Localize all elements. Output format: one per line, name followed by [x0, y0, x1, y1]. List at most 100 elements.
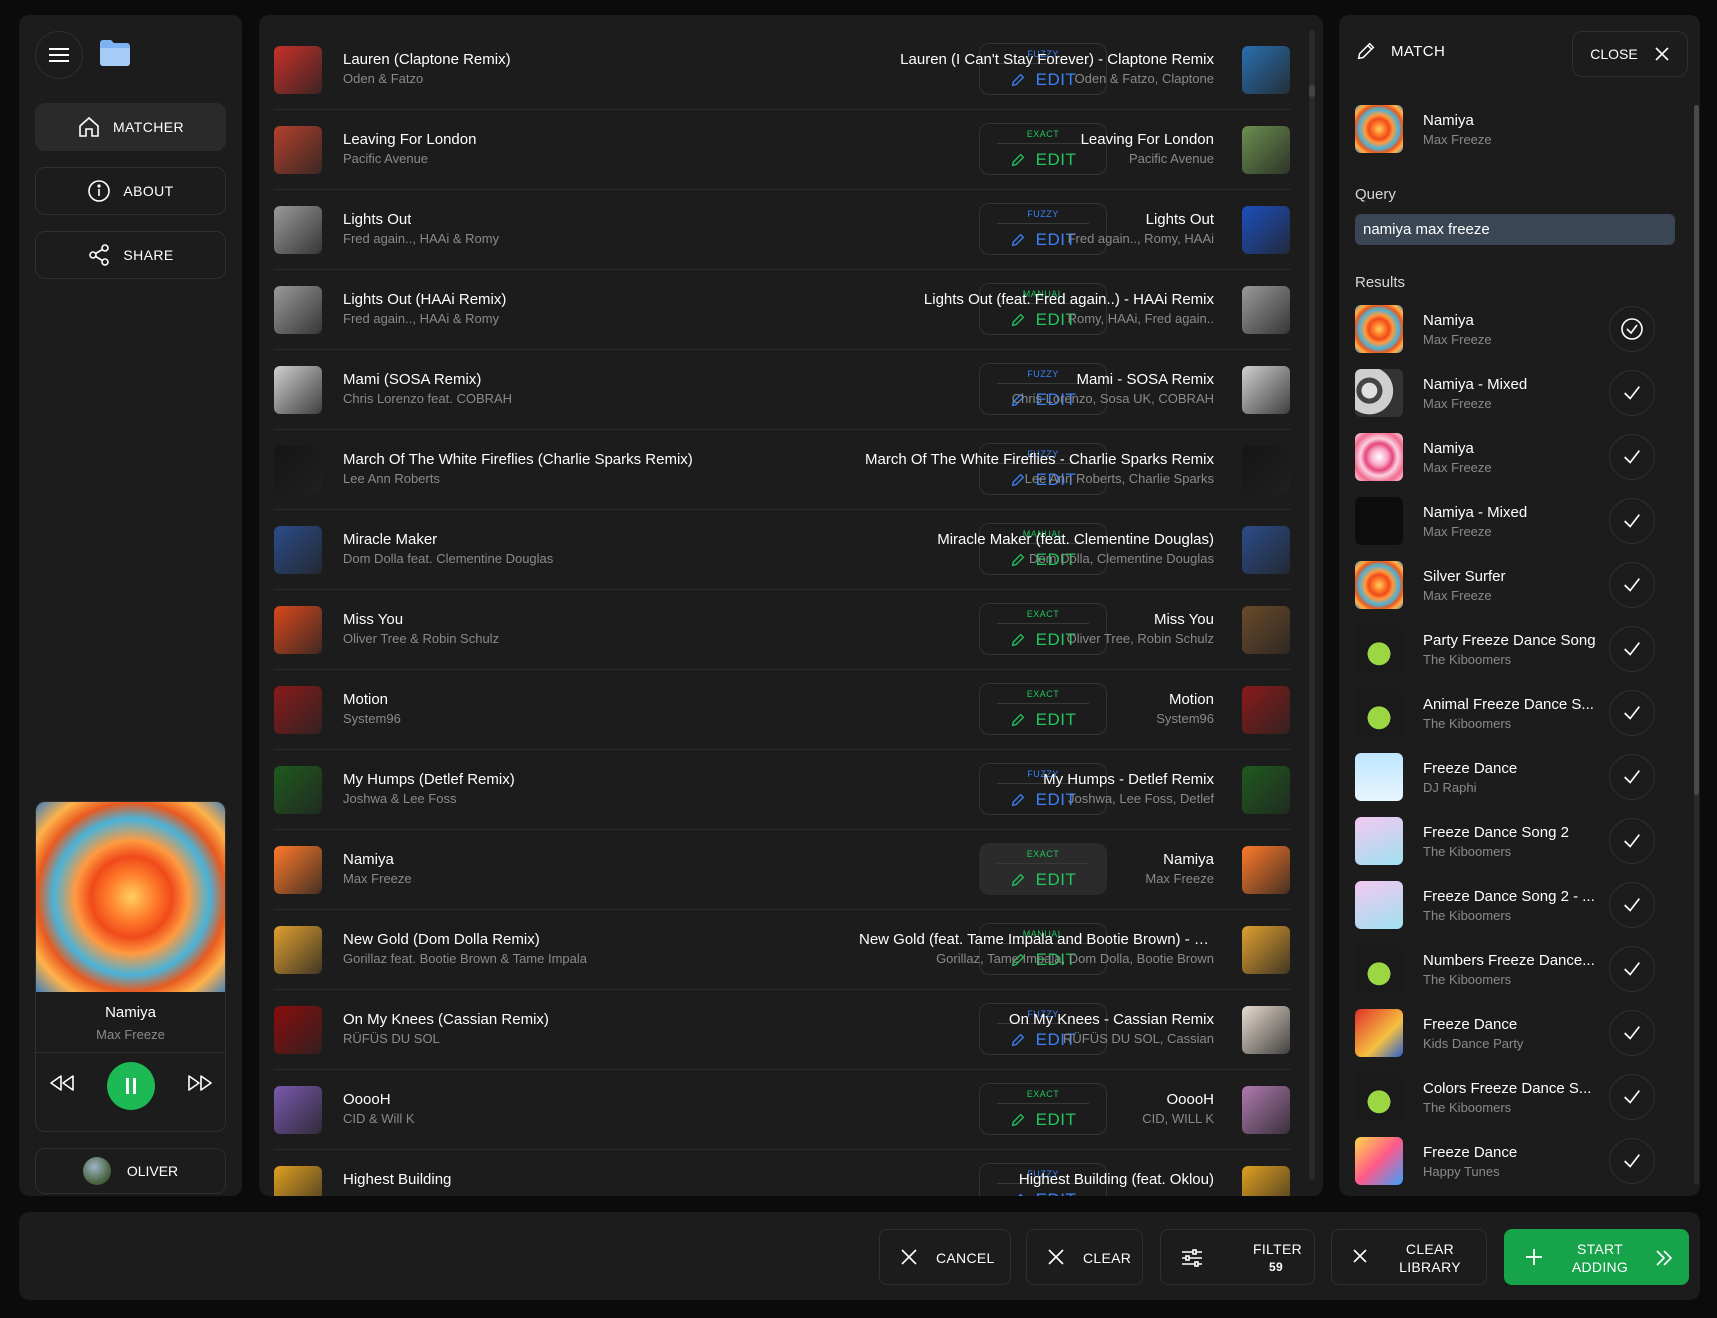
query-input[interactable]: [1355, 214, 1675, 245]
share-icon: [89, 244, 110, 266]
source-artwork: [274, 526, 322, 574]
source-artist: Max Freeze: [343, 871, 412, 886]
select-result-button[interactable]: [1609, 1010, 1655, 1056]
result-item[interactable]: Freeze Dance Kids Dance Party: [1355, 1009, 1675, 1057]
result-artwork: [1355, 881, 1403, 929]
avatar: [82, 1157, 111, 1185]
bottom-action-bar: CANCEL CLEAR FILTER 59 CLEAR LIBRARY STA…: [19, 1212, 1700, 1300]
match-artwork: [1242, 766, 1290, 814]
result-item[interactable]: Silver Surfer Max Freeze: [1355, 561, 1675, 609]
source-artist: Joshwa & Lee Foss: [343, 791, 457, 806]
selected-track-artist: Max Freeze: [1423, 132, 1492, 147]
clear-button[interactable]: CLEAR: [1026, 1229, 1143, 1285]
result-item[interactable]: Freeze Dance DJ Raphi: [1355, 753, 1675, 801]
match-title: Miracle Maker (feat. Clementine Douglas): [937, 531, 1214, 548]
result-artwork: [1355, 305, 1403, 353]
result-item[interactable]: Freeze Dance Happy Tunes: [1355, 1137, 1675, 1185]
results-scrollbar-thumb[interactable]: [1694, 105, 1699, 795]
result-item[interactable]: Party Freeze Dance Song The Kiboomers: [1355, 625, 1675, 673]
result-item[interactable]: Colors Freeze Dance S... The Kiboomers: [1355, 1073, 1675, 1121]
edit-button[interactable]: EXACT EDIT: [979, 1083, 1107, 1135]
result-title: Namiya - Mixed: [1423, 376, 1528, 393]
edit-button[interactable]: FUZZY EDIT: [979, 203, 1107, 255]
select-result-button[interactable]: [1609, 1138, 1655, 1184]
table-row: My Humps (Detlef Remix) Joshwa & Lee Fos…: [274, 750, 1291, 830]
pencil-icon: [1011, 313, 1024, 327]
result-artwork: [1355, 1073, 1403, 1121]
close-button[interactable]: CLOSE: [1572, 31, 1688, 77]
select-result-button[interactable]: [1609, 946, 1655, 992]
edit-button[interactable]: EXACT EDIT: [979, 843, 1107, 895]
result-item[interactable]: Namiya Max Freeze: [1355, 433, 1675, 481]
edit-label: EDIT: [980, 150, 1106, 170]
result-item[interactable]: Namiya - Mixed Max Freeze: [1355, 497, 1675, 545]
edit-label: EDIT: [980, 870, 1106, 890]
user-button[interactable]: OLIVER: [35, 1148, 226, 1194]
menu-button[interactable]: [35, 31, 83, 79]
result-item[interactable]: Namiya - Mixed Max Freeze: [1355, 369, 1675, 417]
match-type-badge: EXACT: [1026, 609, 1060, 619]
source-artist: Dom Dolla feat. Clementine Douglas: [343, 551, 554, 566]
select-result-button[interactable]: [1609, 626, 1655, 672]
match-title: On My Knees - Cassian Remix: [1008, 1011, 1214, 1028]
list-scrollbar[interactable]: [1309, 30, 1315, 1180]
select-result-button[interactable]: [1609, 754, 1655, 800]
match-list: Lauren (Claptone Remix) Oden & Fatzo FUZ…: [259, 15, 1323, 1196]
match-artist: Romy, HAAi, Fred again..: [1067, 311, 1214, 326]
match-artist: Fred again.., Romy, HAAi: [1067, 231, 1214, 246]
select-result-button[interactable]: [1609, 690, 1655, 736]
user-name: OLIVER: [126, 1163, 179, 1179]
close-icon: [1353, 1249, 1367, 1263]
table-row: New Gold (Dom Dolla Remix) Gorillaz feat…: [274, 910, 1291, 990]
select-result-button[interactable]: [1609, 306, 1655, 352]
result-artist: Happy Tunes: [1423, 1164, 1500, 1179]
match-type-badge: FUZZY: [1027, 209, 1059, 219]
list-scrollbar-thumb[interactable]: [1309, 85, 1315, 97]
folder-button[interactable]: [99, 39, 131, 72]
source-artwork: [274, 606, 322, 654]
source-title: Motion: [343, 691, 389, 708]
folder-icon: [100, 40, 130, 66]
select-result-button[interactable]: [1609, 370, 1655, 416]
table-row: On My Knees (Cassian Remix) RÜFÜS DU SOL…: [274, 990, 1291, 1070]
result-artwork: [1355, 369, 1403, 417]
edit-button[interactable]: EXACT EDIT: [979, 683, 1107, 735]
result-item[interactable]: Freeze Dance Song 2 - ... The Kiboomers: [1355, 881, 1675, 929]
next-button[interactable]: [187, 1074, 213, 1097]
match-artwork: [1242, 926, 1290, 974]
nav-matcher[interactable]: MATCHER: [35, 103, 226, 151]
select-result-button[interactable]: [1609, 818, 1655, 864]
filter-button[interactable]: FILTER 59: [1160, 1229, 1315, 1285]
check-icon: [1624, 706, 1640, 720]
cancel-button[interactable]: CANCEL: [879, 1229, 1011, 1285]
select-result-button[interactable]: [1609, 562, 1655, 608]
source-title: Lights Out: [343, 211, 412, 228]
select-result-button[interactable]: [1609, 434, 1655, 480]
source-artist: Fred again.., HAAi & Romy: [343, 311, 500, 326]
source-artist: Chris Lorenzo feat. COBRAH: [343, 391, 513, 406]
source-artwork: [274, 126, 322, 174]
nav-share-label: SHARE: [123, 247, 174, 263]
result-item[interactable]: Numbers Freeze Dance... The Kiboomers: [1355, 945, 1675, 993]
filter-count: 59: [1269, 1260, 1283, 1274]
clear-library-button[interactable]: CLEAR LIBRARY: [1331, 1229, 1487, 1285]
match-artwork: [1242, 366, 1290, 414]
result-title: Namiya: [1423, 440, 1474, 457]
match-artist: Gorillaz, Tame Impala, Dom Dolla, Bootie…: [936, 951, 1214, 966]
match-artist: Chris Lorenzo, Sosa UK, COBRAH: [1011, 391, 1214, 406]
select-result-button[interactable]: [1609, 1074, 1655, 1120]
result-item[interactable]: Animal Freeze Dance S... The Kiboomers: [1355, 689, 1675, 737]
previous-button[interactable]: [49, 1074, 75, 1097]
nav-about[interactable]: ABOUT: [35, 167, 226, 215]
match-title: Lauren (I Can't Stay Forever) - Claptone…: [900, 51, 1214, 68]
start-adding-button[interactable]: START ADDING: [1504, 1229, 1689, 1285]
pause-button[interactable]: [106, 1061, 155, 1110]
result-item[interactable]: Freeze Dance Song 2 The Kiboomers: [1355, 817, 1675, 865]
select-result-button[interactable]: [1609, 882, 1655, 928]
edit-button[interactable]: EXACT EDIT: [979, 603, 1107, 655]
result-item[interactable]: Namiya Max Freeze: [1355, 305, 1675, 353]
filter-label: FILTER: [1253, 1241, 1302, 1257]
source-artwork: [274, 366, 322, 414]
select-result-button[interactable]: [1609, 498, 1655, 544]
nav-share[interactable]: SHARE: [35, 231, 226, 279]
